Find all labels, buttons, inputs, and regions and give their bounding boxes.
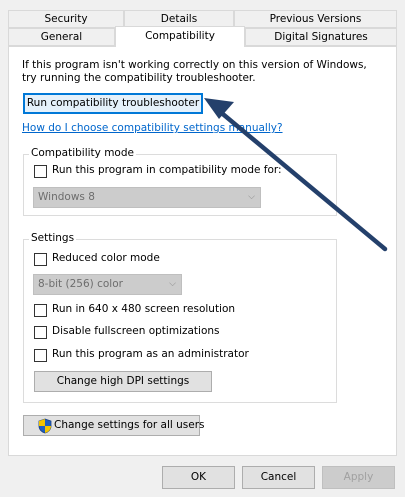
res-640-label[interactable]: Run in 640 x 480 screen resolution (52, 303, 235, 315)
tab-compatibility[interactable]: Compatibility (115, 26, 245, 47)
color-depth-value: 8-bit (256) color (38, 278, 123, 290)
cancel-button[interactable]: Cancel (242, 466, 315, 489)
compatibility-panel: If this program isn't working correctly … (8, 46, 397, 456)
os-version-value: Windows 8 (38, 191, 95, 203)
disable-fullscreen-label[interactable]: Disable fullscreen optimizations (52, 325, 220, 337)
run-as-admin-checkbox[interactable] (34, 349, 47, 362)
compatibility-mode-group: Compatibility mode Run this program in c… (23, 147, 337, 216)
apply-button[interactable]: Apply (322, 466, 395, 489)
change-high-dpi-button[interactable]: Change high DPI settings (34, 371, 212, 392)
settings-title: Settings (29, 232, 77, 244)
change-settings-all-users-label: Change settings for all users (54, 419, 205, 431)
run-as-admin-label[interactable]: Run this program as an administrator (52, 348, 249, 360)
ok-button[interactable]: OK (162, 466, 235, 489)
os-version-select[interactable]: Windows 8 ⌵ (33, 187, 261, 208)
compatibility-mode-checkbox[interactable] (34, 165, 47, 178)
uac-shield-icon (38, 418, 52, 434)
color-depth-select[interactable]: 8-bit (256) color ⌵ (33, 274, 182, 295)
intro-text-line2: try running the compatibility troublesho… (22, 72, 256, 84)
compatibility-mode-title: Compatibility mode (29, 147, 136, 159)
reduced-color-label[interactable]: Reduced color mode (52, 252, 160, 264)
tab-general[interactable]: General (8, 28, 115, 46)
chevron-down-icon: ⌵ (248, 192, 255, 202)
reduced-color-checkbox[interactable] (34, 253, 47, 266)
compatibility-mode-label[interactable]: Run this program in compatibility mode f… (52, 164, 282, 176)
run-troubleshooter-button[interactable]: Run compatibility troubleshooter (23, 93, 203, 114)
res-640-checkbox[interactable] (34, 304, 47, 317)
tab-previous-versions[interactable]: Previous Versions (234, 10, 397, 28)
help-link[interactable]: How do I choose compatibility settings m… (22, 122, 283, 134)
disable-fullscreen-checkbox[interactable] (34, 326, 47, 339)
intro-text-line1: If this program isn't working correctly … (22, 59, 367, 71)
tab-digital-signatures[interactable]: Digital Signatures (245, 28, 397, 46)
chevron-down-icon: ⌵ (169, 279, 176, 289)
tab-security[interactable]: Security (8, 10, 124, 28)
settings-group: Settings Reduced color mode 8-bit (256) … (23, 232, 337, 403)
change-settings-all-users-button[interactable]: Change settings for all users (23, 415, 205, 436)
